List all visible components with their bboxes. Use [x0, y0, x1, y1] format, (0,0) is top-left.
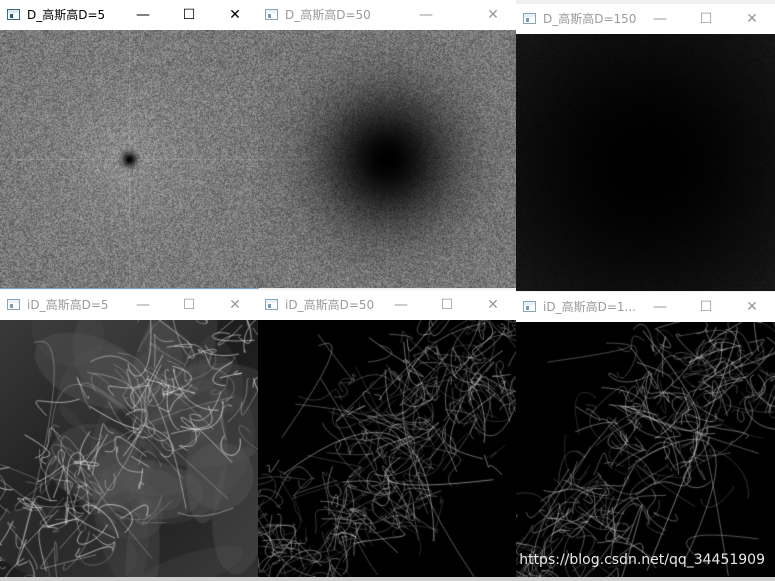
filtered-image	[258, 320, 516, 581]
spectrum-image	[0, 30, 258, 288]
window-title: D_高斯高D=150	[543, 12, 637, 26]
window-title: D_高斯高D=5	[27, 8, 106, 22]
filtered-image	[0, 320, 258, 581]
window-spectrum-d50[interactable]: D_高斯高D=50 — ✕	[258, 0, 516, 288]
app-icon	[523, 301, 536, 312]
window-title: iD_高斯高D=1...	[543, 300, 636, 314]
maximize-icon[interactable]: ☐	[683, 292, 729, 322]
minimize-icon[interactable]: —	[406, 0, 446, 30]
title-bar[interactable]: iD_高斯高D=5 — ☐ ✕	[0, 290, 258, 320]
minimize-icon[interactable]: —	[637, 4, 683, 34]
close-icon[interactable]: ✕	[470, 0, 516, 30]
app-icon	[7, 299, 20, 310]
window-result-d5[interactable]: iD_高斯高D=5 — ☐ ✕	[0, 290, 258, 581]
spectrum-image	[258, 30, 516, 288]
minimize-icon[interactable]: —	[378, 290, 424, 320]
image-view	[516, 34, 775, 291]
maximize-icon[interactable]: ☐	[683, 4, 729, 34]
minimize-icon[interactable]: —	[120, 290, 166, 320]
minimize-icon[interactable]: —	[637, 292, 683, 322]
close-icon[interactable]: ✕	[729, 292, 775, 322]
image-view: https://blog.csdn.net/qq_34451909	[516, 322, 775, 581]
app-icon	[523, 13, 536, 24]
image-view	[258, 320, 516, 581]
app-icon	[265, 9, 278, 20]
window-result-d150[interactable]: iD_高斯高D=1... — ☐ ✕ https://blog.csdn.net…	[516, 292, 775, 581]
title-bar[interactable]: iD_高斯高D=1... — ☐ ✕	[516, 292, 775, 322]
close-icon[interactable]: ✕	[212, 0, 258, 30]
taskbar-edge	[0, 577, 775, 581]
window-title: iD_高斯高D=5	[27, 298, 109, 312]
watermark: https://blog.csdn.net/qq_34451909	[519, 552, 765, 568]
title-bar[interactable]: D_高斯高D=5 — ☐ ✕	[0, 0, 258, 30]
window-result-d50[interactable]: iD_高斯高D=50 — ☐ ✕	[258, 290, 516, 581]
filtered-image	[516, 322, 775, 581]
maximize-icon[interactable]: ☐	[424, 290, 470, 320]
spectrum-image	[516, 34, 775, 291]
title-bar[interactable]: D_高斯高D=150 — ☐ ✕	[516, 4, 775, 34]
close-icon[interactable]: ✕	[729, 4, 775, 34]
app-icon	[7, 9, 20, 20]
close-icon[interactable]: ✕	[212, 290, 258, 320]
image-view	[0, 320, 258, 581]
window-spectrum-d150[interactable]: D_高斯高D=150 — ☐ ✕	[516, 4, 775, 291]
window-title: D_高斯高D=50	[285, 8, 371, 22]
title-bar[interactable]: D_高斯高D=50 — ✕	[258, 0, 516, 30]
minimize-icon[interactable]: —	[120, 0, 166, 30]
window-spectrum-d5[interactable]: D_高斯高D=5 — ☐ ✕	[0, 0, 259, 289]
maximize-icon[interactable]: ☐	[166, 290, 212, 320]
app-icon	[265, 299, 278, 310]
window-title: iD_高斯高D=50	[285, 298, 375, 312]
close-icon[interactable]: ✕	[470, 290, 516, 320]
desktop: D_高斯高D=5 — ☐ ✕ D_高斯高D=50 — ✕ D_高斯高D=150 …	[0, 0, 775, 581]
image-view	[0, 30, 258, 288]
image-view	[258, 30, 516, 288]
title-bar[interactable]: iD_高斯高D=50 — ☐ ✕	[258, 290, 516, 320]
maximize-icon[interactable]: ☐	[166, 0, 212, 30]
